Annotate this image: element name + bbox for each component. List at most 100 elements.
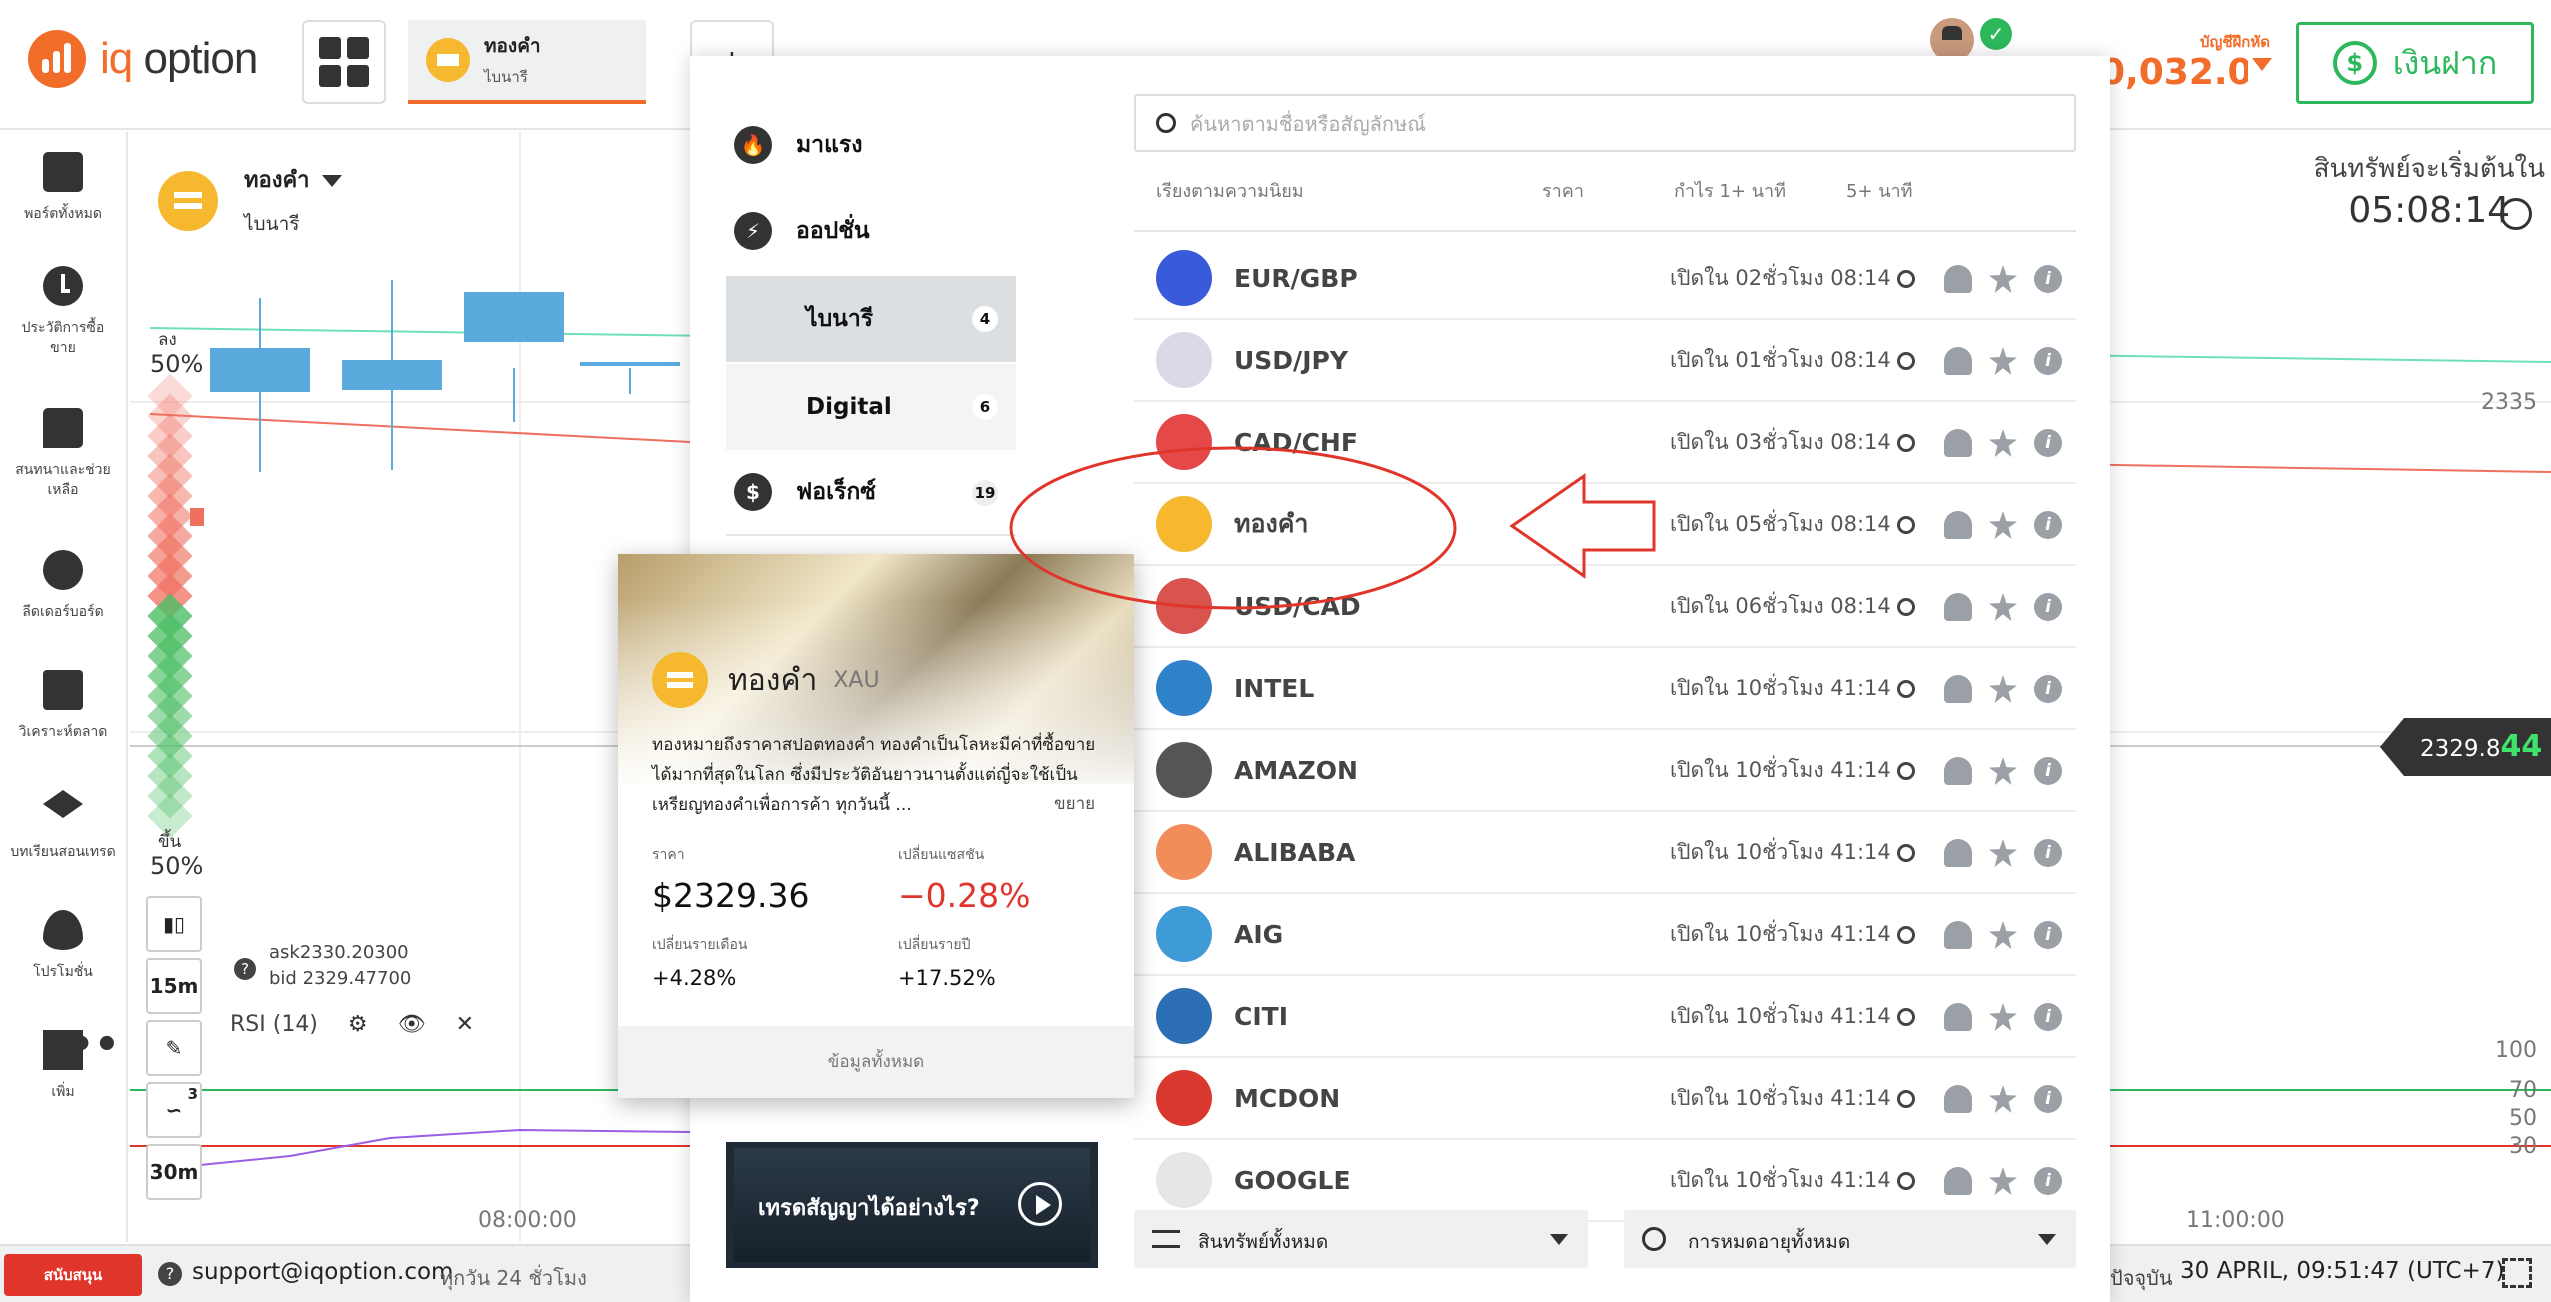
asset-row[interactable]: AIG เปิดใน 10ชั่วโมง 41:14 i	[1134, 894, 2076, 976]
bell-icon[interactable]	[1944, 429, 1972, 457]
asset-row[interactable]: EUR/GBP เปิดใน 02ชั่วโมง 08:14 i	[1134, 238, 2076, 320]
bell-icon[interactable]	[1944, 1085, 1972, 1113]
support-button[interactable]: สนับสนุน	[4, 1254, 142, 1296]
x-tick: 08:00:00	[478, 1208, 577, 1233]
info-icon[interactable]: i	[2034, 429, 2062, 457]
info-icon[interactable]: i	[2034, 511, 2062, 539]
eye-icon[interactable]: 👁	[398, 1012, 426, 1037]
info-icon[interactable]: i	[2034, 265, 2062, 293]
info-icon[interactable]: i	[2034, 921, 2062, 949]
info-icon[interactable]: i	[2034, 757, 2062, 785]
star-icon[interactable]	[1989, 839, 2017, 867]
fullscreen-icon[interactable]	[2502, 1258, 2532, 1288]
info-icon[interactable]: i	[2034, 675, 2062, 703]
sidebar-item-promotion[interactable]: โปรโมชั่น	[0, 910, 126, 982]
sort-by-popularity[interactable]: เรียงตามความนิยม	[1156, 176, 1304, 205]
dollar-icon: $	[734, 473, 772, 511]
star-icon[interactable]	[1989, 511, 2017, 539]
sidebar-item-chat[interactable]: สนทนาและช่วยเหลือ	[0, 408, 126, 500]
category-trending[interactable]: 🔥 มาแรง	[726, 102, 1016, 188]
chart-asset-selector[interactable]: ทองคำ ไบนารี	[158, 162, 342, 239]
expand-link[interactable]: ขยาย	[1054, 790, 1095, 817]
star-icon[interactable]	[1989, 921, 2017, 949]
bell-icon[interactable]	[1944, 921, 1972, 949]
info-icon[interactable]: i	[2034, 839, 2062, 867]
sidebar-item-history[interactable]: ประวัติการซื้อขาย	[0, 266, 126, 358]
settings-icon[interactable]: ⚙	[348, 1012, 368, 1037]
star-icon[interactable]	[1989, 593, 2017, 621]
column-price[interactable]: ราคา	[1542, 176, 1584, 205]
sidebar-item-analysis[interactable]: วิเคราะห์ตลาด	[0, 670, 126, 742]
stat-price: ราคา $2329.36	[652, 844, 809, 915]
star-icon[interactable]	[1989, 265, 2017, 293]
category-list: 🔥 มาแรง ⚡ ออปชั่น ไบนารี 4 Digital 6 $ ฟ…	[726, 102, 1016, 536]
sidebar-item-portfolio[interactable]: พอร์ตทั้งหมด	[0, 152, 126, 224]
category-count: 19	[972, 480, 998, 506]
bell-icon[interactable]	[1944, 593, 1972, 621]
logo[interactable]: iq option	[28, 30, 258, 88]
asset-row[interactable]: MCDON เปิดใน 10ชั่วโมง 41:14 i	[1134, 1058, 2076, 1140]
bell-icon[interactable]	[1944, 839, 1972, 867]
star-icon[interactable]	[1989, 1003, 2017, 1031]
category-forex[interactable]: $ ฟอเร็กซ์ 19	[726, 450, 1016, 536]
bell-icon[interactable]	[1944, 347, 1972, 375]
filter-all-expiry[interactable]: การหมดอายุทั้งหมด	[1624, 1210, 2076, 1268]
balance-value[interactable]: 0,032.01	[2100, 52, 2248, 93]
asset-search-input[interactable]	[1190, 104, 2050, 144]
fire-icon: 🔥	[734, 126, 772, 164]
sentiment-down-value: 50%	[150, 350, 204, 378]
chart-type-button[interactable]: ▮▯	[146, 896, 202, 952]
sidebar-item-education[interactable]: บทเรียนสอนเทรด	[0, 790, 126, 862]
sidebar-item-more[interactable]: ••• เพิ่ม	[0, 1025, 126, 1102]
bell-icon[interactable]	[1944, 511, 1972, 539]
subcategory-binary[interactable]: ไบนารี 4	[726, 276, 1016, 362]
sentiment-up-label: ขึ้น	[158, 832, 182, 852]
grid-layout-button[interactable]	[302, 20, 386, 104]
info-icon[interactable]: i	[2034, 593, 2062, 621]
help-icon[interactable]: ?	[234, 958, 256, 980]
chevron-down-icon[interactable]	[2252, 58, 2272, 71]
all-info-button[interactable]: ข้อมูลทั้งหมด	[618, 1026, 1134, 1098]
category-options[interactable]: ⚡ ออปชั่น	[726, 188, 1016, 274]
timeframe-button[interactable]: 30m	[146, 1144, 202, 1200]
bell-icon[interactable]	[1944, 265, 1972, 293]
star-icon[interactable]	[1989, 429, 2017, 457]
support-email-link[interactable]: support@iqoption.com	[192, 1259, 453, 1285]
column-profit-5min[interactable]: 5+ นาที	[1846, 176, 1913, 205]
close-icon[interactable]: ✕	[456, 1012, 474, 1037]
info-icon[interactable]: i	[2034, 1167, 2062, 1195]
subcategory-digital[interactable]: Digital 6	[726, 364, 1016, 450]
tutorial-video[interactable]: เทรดสัญญาได้อย่างไร?	[726, 1142, 1098, 1268]
bell-icon[interactable]	[1944, 675, 1972, 703]
stat-value: +17.52%	[898, 966, 996, 990]
candle-interval-button[interactable]: 15m	[146, 958, 202, 1014]
bell-icon[interactable]	[1944, 757, 1972, 785]
indicator-button[interactable]: ∽ 3	[146, 1082, 202, 1138]
asset-row[interactable]: ALIBABA เปิดใน 10ชั่วโมง 41:14 i	[1134, 812, 2076, 894]
star-icon[interactable]	[1989, 757, 2017, 785]
star-icon[interactable]	[1989, 347, 2017, 375]
asset-row[interactable]: CITI เปิดใน 10ชั่วโมง 41:14 i	[1134, 976, 2076, 1058]
asset-tab[interactable]: ทองคำ ไบนารี	[408, 20, 646, 104]
star-icon[interactable]	[1989, 1167, 2017, 1195]
info-icon[interactable]: i	[2034, 1003, 2062, 1031]
filter-all-assets[interactable]: สินทรัพย์ทั้งหมด	[1134, 1210, 1588, 1268]
asset-row[interactable]: CAD/CHF เปิดใน 03ชั่วโมง 08:14 i	[1134, 402, 2076, 484]
play-icon[interactable]	[1018, 1182, 1062, 1226]
star-icon[interactable]	[1989, 675, 2017, 703]
bell-icon[interactable]	[1944, 1167, 1972, 1195]
column-profit-1min[interactable]: กำไร 1+ นาที	[1674, 176, 1786, 205]
star-icon[interactable]	[1989, 1085, 2017, 1113]
asset-search-box	[1134, 94, 2076, 152]
asset-row[interactable]: INTEL เปิดใน 10ชั่วโมง 41:14 i	[1134, 648, 2076, 730]
bell-icon[interactable]	[1944, 1003, 1972, 1031]
asset-row[interactable]: AMAZON เปิดใน 10ชั่วโมง 41:14 i	[1134, 730, 2076, 812]
asset-row[interactable]: ทองคำ เปิดใน 05ชั่วโมง 08:14 i	[1134, 484, 2076, 566]
asset-row[interactable]: USD/JPY เปิดใน 01ชั่วโมง 08:14 i	[1134, 320, 2076, 402]
asset-row[interactable]: USD/CAD เปิดใน 06ชั่วโมง 08:14 i	[1134, 566, 2076, 648]
sidebar-item-leaderboard[interactable]: ลีดเดอร์บอร์ด	[0, 550, 126, 622]
info-icon[interactable]: i	[2034, 1085, 2062, 1113]
info-icon[interactable]: i	[2034, 347, 2062, 375]
asset-icon	[1156, 1070, 1212, 1126]
deposit-button[interactable]: $ เงินฝาก	[2296, 22, 2534, 104]
